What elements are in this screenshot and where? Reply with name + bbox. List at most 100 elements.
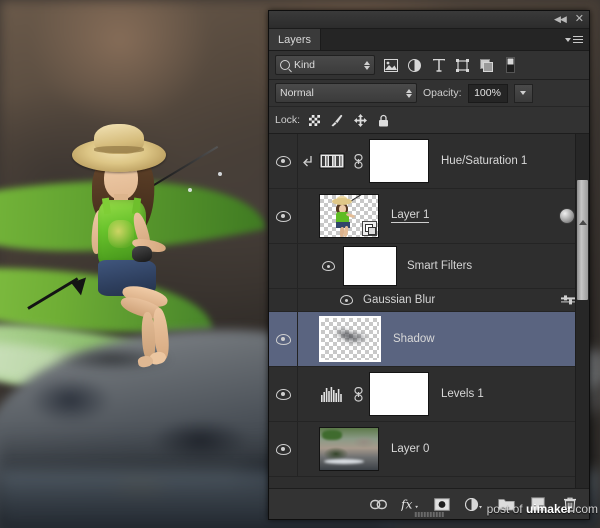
add-layer-mask-icon[interactable] xyxy=(433,495,451,513)
layer-style-fx-icon[interactable]: fx xyxy=(401,495,419,513)
shirt-print xyxy=(108,220,134,248)
smart-filter-mask-thumbnail[interactable] xyxy=(343,246,397,286)
row-divider xyxy=(297,134,298,188)
layer-row-shadow[interactable]: Shadow xyxy=(269,312,589,367)
new-adjustment-layer-icon[interactable] xyxy=(465,495,483,513)
smart-object-filter-icon[interactable] xyxy=(478,57,495,74)
layer-row-layer-0[interactable]: Layer 0 xyxy=(269,422,589,477)
row-divider xyxy=(297,367,298,421)
lock-image-pixels-icon[interactable] xyxy=(330,113,344,127)
lock-buttons xyxy=(307,113,390,127)
filter-blending-options-icon[interactable] xyxy=(561,296,575,304)
layer-filter-row: Kind xyxy=(269,51,589,80)
filter-name[interactable]: Gaussian Blur xyxy=(363,294,435,306)
layer-thumbnail[interactable] xyxy=(319,194,379,238)
layer-row-indicators xyxy=(559,208,575,224)
watermark: post of uimaker.com xyxy=(487,502,598,516)
watermark-suffix: .com xyxy=(571,502,598,516)
levels-thumbnail[interactable] xyxy=(317,379,347,409)
type-layer-filter-icon[interactable] xyxy=(430,57,447,74)
hamburger-icon xyxy=(573,35,583,44)
smart-filters-label: Smart Filters xyxy=(407,260,473,272)
tabbar-filler xyxy=(321,29,589,50)
thumbnail-photo xyxy=(320,428,378,470)
foot xyxy=(137,354,154,369)
mask-link-icon[interactable] xyxy=(347,386,369,402)
lock-all-icon[interactable] xyxy=(376,113,390,127)
layer-row-hue-saturation[interactable]: Hue/Saturation 1 xyxy=(269,134,589,189)
blend-mode-row: Normal Opacity: 100% xyxy=(269,80,589,107)
watermark-prefix: post of xyxy=(486,502,526,516)
lock-transparent-pixels-icon[interactable] xyxy=(307,113,321,127)
pixel-layer-filter-icon[interactable] xyxy=(382,57,399,74)
opacity-slider-button[interactable] xyxy=(513,83,533,103)
smart-filters-row[interactable]: Smart Filters xyxy=(269,244,589,289)
lock-label: Lock: xyxy=(275,114,301,126)
layer-name[interactable]: Levels 1 xyxy=(441,388,484,400)
layer-name[interactable]: Layer 0 xyxy=(391,443,429,455)
layer-thumbnail[interactable] xyxy=(319,316,381,362)
scrollbar-thumb[interactable] xyxy=(577,180,588,300)
opacity-input[interactable]: 100% xyxy=(467,83,508,103)
layer-visibility-toggle[interactable] xyxy=(269,155,297,167)
panel-menu-icon[interactable] xyxy=(565,35,583,44)
blend-mode-dropdown[interactable]: Normal xyxy=(275,83,417,103)
thumbnail-foliage xyxy=(322,430,342,440)
layer-list-scrollbar[interactable] xyxy=(575,134,589,488)
eye-icon xyxy=(275,210,291,222)
girl-fishing-subject xyxy=(70,120,222,370)
mask-link-icon[interactable] xyxy=(347,153,369,169)
layer-mask-thumbnail[interactable] xyxy=(369,139,429,183)
smart-filter-indicator-icon[interactable] xyxy=(559,208,575,224)
filter-visibility-toggle[interactable] xyxy=(335,295,357,305)
panel-resize-grip[interactable] xyxy=(414,512,444,517)
fishing-line-dot xyxy=(218,172,222,176)
layer-name[interactable]: Hue/Saturation 1 xyxy=(441,155,527,167)
layer-visibility-toggle[interactable] xyxy=(269,333,297,345)
row-divider xyxy=(297,189,298,243)
shape-layer-filter-icon[interactable] xyxy=(454,57,471,74)
row-divider xyxy=(297,244,298,288)
layer-thumbnail[interactable] xyxy=(319,427,379,471)
layer-mask-thumbnail[interactable] xyxy=(369,372,429,416)
layer-name[interactable]: Shadow xyxy=(393,333,435,345)
layer-name[interactable]: Layer 1 xyxy=(391,209,430,223)
layer-row-layer-1[interactable]: Layer 1 xyxy=(269,189,589,244)
tab-layers[interactable]: Layers xyxy=(269,29,322,50)
eye-icon xyxy=(321,261,335,271)
eye-icon xyxy=(275,388,291,400)
smart-object-badge-icon xyxy=(362,221,377,236)
layer-list[interactable]: Hue/Saturation 1 Layer 1 Smart Filters G… xyxy=(269,134,589,488)
scrollbar-caret-icon xyxy=(579,220,587,225)
lock-position-icon[interactable] xyxy=(353,113,367,127)
fishing-line-dot xyxy=(188,188,192,192)
layer-row-levels[interactable]: Levels 1 xyxy=(269,367,589,422)
filter-kind-dropdown[interactable]: Kind xyxy=(275,55,375,75)
annotation-arrow xyxy=(27,273,93,316)
close-panel-button[interactable]: ✕ xyxy=(575,14,584,25)
link-layers-icon[interactable] xyxy=(369,495,387,513)
search-icon xyxy=(280,60,290,70)
hue-saturation-thumbnail[interactable] xyxy=(317,146,347,176)
eye-icon xyxy=(275,443,291,455)
chevron-updown-icon xyxy=(406,88,412,98)
blend-mode-value: Normal xyxy=(280,87,314,99)
filter-toggle-switch[interactable] xyxy=(502,57,519,74)
lock-row: Lock: xyxy=(269,107,589,134)
adjustment-layer-filter-icon[interactable] xyxy=(406,57,423,74)
smart-filter-row-gaussian-blur[interactable]: Gaussian Blur xyxy=(269,289,589,312)
chevron-updown-icon xyxy=(364,60,370,70)
eye-icon xyxy=(275,155,291,167)
row-divider xyxy=(297,422,298,476)
watermark-brand: uimaker xyxy=(525,502,572,516)
layer-visibility-toggle[interactable] xyxy=(269,388,297,400)
smart-filters-visibility-toggle[interactable] xyxy=(317,261,339,271)
layers-panel: ◀◀ ✕ Layers Kind Normal Opacity: 100% Lo… xyxy=(268,10,590,520)
eye-icon xyxy=(339,295,353,305)
layer-visibility-toggle[interactable] xyxy=(269,210,297,222)
thumbnail-subject xyxy=(330,195,365,237)
collapse-panel-button[interactable]: ◀◀ xyxy=(554,15,567,24)
panel-titlebar: ◀◀ ✕ xyxy=(269,11,589,29)
layer-visibility-toggle[interactable] xyxy=(269,443,297,455)
chevron-down-icon xyxy=(565,37,571,42)
